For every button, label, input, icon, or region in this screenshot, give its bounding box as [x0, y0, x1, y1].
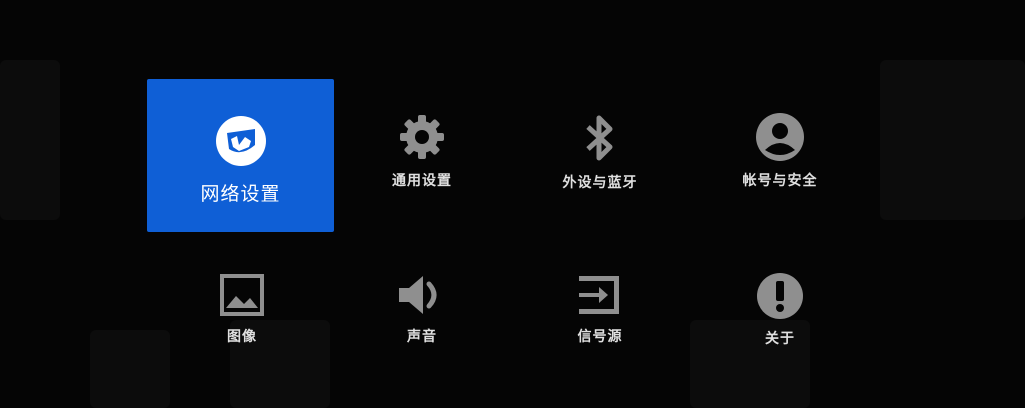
input-source-tile[interactable]: 信号源 [540, 272, 660, 358]
network-settings-tile[interactable]: 网络设置 [147, 79, 334, 232]
gear-icon [397, 112, 447, 162]
image-icon [218, 272, 266, 318]
about-tile[interactable]: 关于 [720, 272, 840, 358]
background-shape [0, 60, 60, 220]
info-icon [756, 272, 804, 320]
peripherals-bluetooth-tile[interactable]: 外设与蓝牙 [540, 112, 660, 202]
tile-label: 图像 [227, 329, 257, 345]
network-icon [215, 115, 267, 167]
background-shape [880, 60, 1025, 220]
tile-label: 声音 [407, 329, 437, 345]
sound-tile[interactable]: 声音 [362, 272, 482, 358]
tile-label: 网络设置 [200, 183, 281, 205]
tile-label: 外设与蓝牙 [562, 175, 638, 191]
tile-label: 信号源 [577, 329, 623, 345]
tile-label: 通用设置 [392, 173, 452, 189]
background-shape [90, 330, 170, 408]
bluetooth-icon [575, 112, 625, 164]
general-settings-tile[interactable]: 通用设置 [362, 112, 482, 202]
account-security-tile[interactable]: 帐号与安全 [720, 112, 840, 202]
volume-icon [395, 272, 449, 318]
input-source-icon [575, 272, 625, 318]
tile-label: 关于 [765, 331, 795, 347]
account-icon [755, 112, 805, 162]
image-tile[interactable]: 图像 [182, 272, 302, 358]
tile-label: 帐号与安全 [742, 173, 818, 189]
